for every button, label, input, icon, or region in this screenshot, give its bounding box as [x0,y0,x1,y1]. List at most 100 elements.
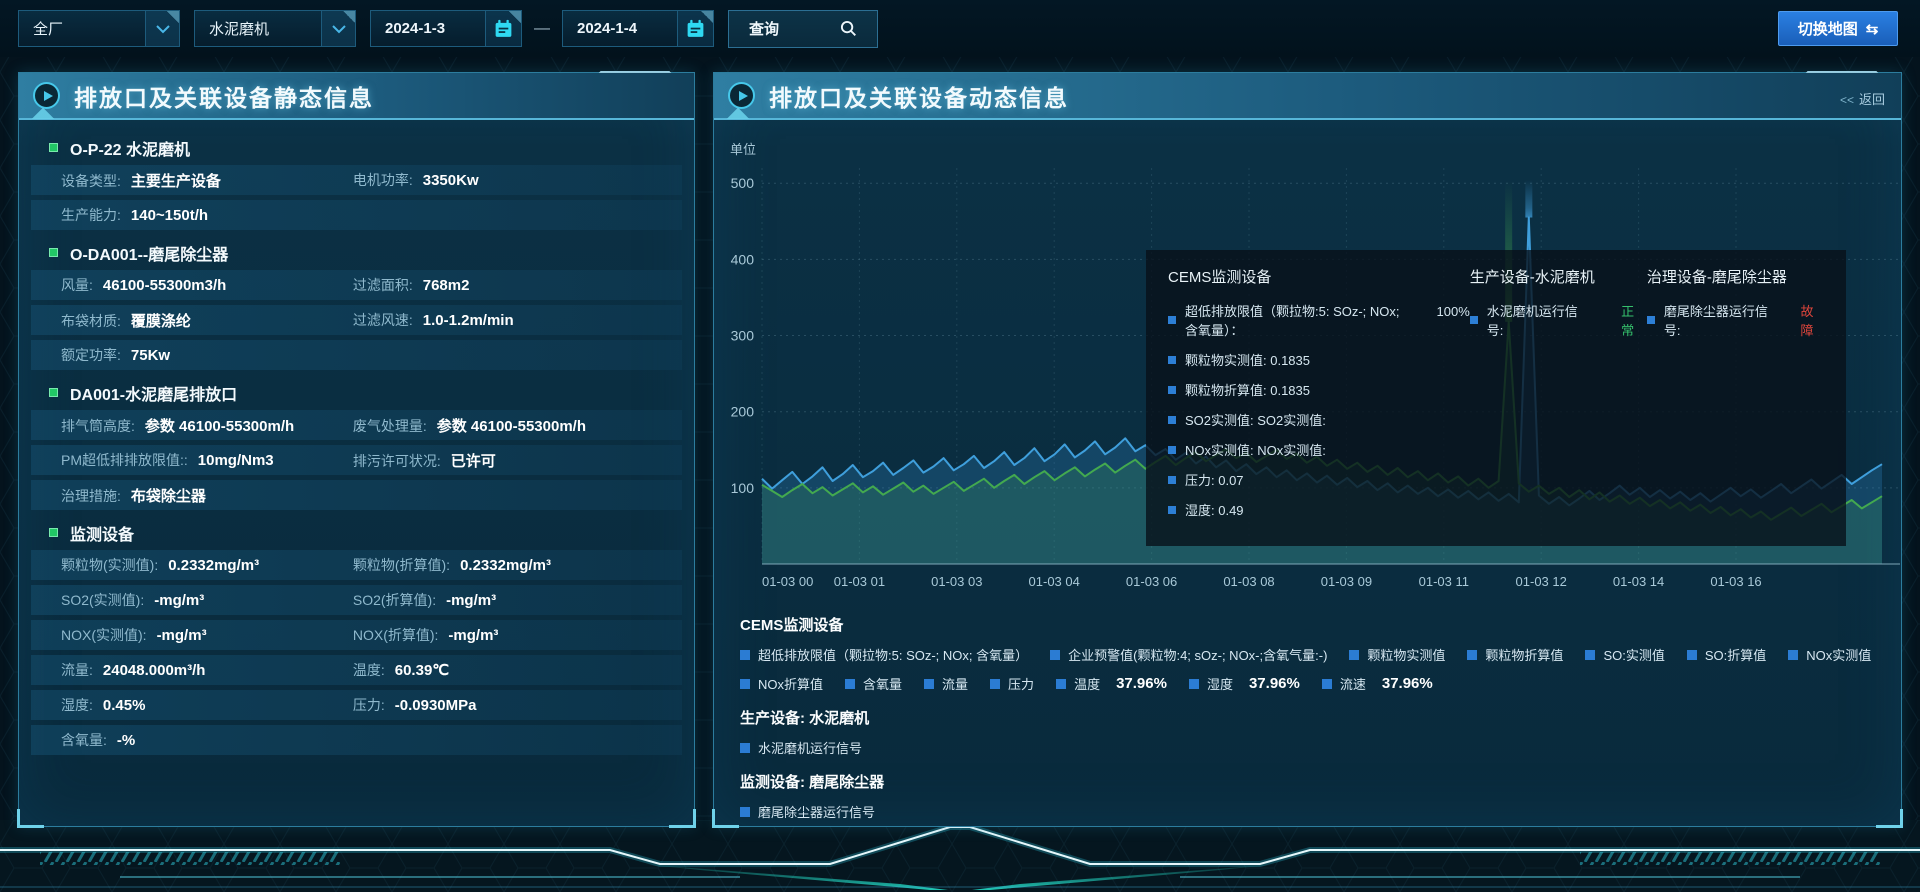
legend-item[interactable]: 温度37.96% [1056,674,1167,693]
end-date-picker[interactable]: 2024-1-4 [562,10,714,47]
tooltip-column-title: 生产设备-水泥磨机 [1470,266,1647,287]
static-panel-title: 排放口及关联设备静态信息 [74,79,374,113]
y-axis-tick-label: 300 [731,328,755,344]
x-axis-tick-label: 01-03 03 [931,574,982,589]
legend-item-label: 湿度 [1207,674,1233,693]
info-field: 风量:46100-55300m3/h [61,275,353,295]
tooltip-item-label: 压力: 0.07 [1185,470,1244,489]
tooltip-column-title: 治理设备-磨尾除尘器 [1647,266,1824,287]
chevron-down-icon[interactable] [145,11,179,46]
legend-marker-icon [1585,650,1595,660]
legend-item-label: 水泥磨机运行信号 [758,738,862,757]
legend-item[interactable]: 湿度37.96% [1189,674,1300,693]
legend-item[interactable]: 企业预警值(颗粒物:4; sOz-; NOx-;含氧气量:-) [1050,645,1327,664]
legend-item[interactable]: 流速37.96% [1322,674,1433,693]
info-field: NOX(折算值):-mg/m³ [353,625,682,645]
query-button[interactable]: 查询 [728,10,878,48]
info-row: 治理措施:布袋除尘器 [31,480,682,510]
tooltip-item-label: SO2实测值: SO2实测值: [1185,410,1326,429]
info-row: 排气筒高度:参数 46100-55300m/h废气处理量:参数 46100-55… [31,410,682,440]
field-value: -mg/m³ [448,627,498,644]
tooltip-item-value: 故障 [1801,301,1824,339]
bottom-decoration [0,820,1920,892]
legend-item-label: NOx实测值 [1806,645,1871,664]
section-title: 监测设备 [70,521,134,545]
legend-item[interactable]: 流量 [924,674,968,693]
legend-item[interactable]: NOx实测值 [1788,645,1871,664]
legend-item[interactable]: 颗粒物实测值 [1349,645,1445,664]
section-header: O-P-22 水泥磨机 [31,130,682,165]
section-header: O-DA001--磨尾除尘器 [31,235,682,270]
legend-item-label: SO:折算值 [1705,645,1766,664]
legend-marker-icon [1467,650,1477,660]
field-value: 覆膜涤纶 [131,310,191,331]
tooltip-item: SO2实测值: SO2实测值: [1168,410,1470,429]
legend-item[interactable]: 磨尾除尘器运行信号 [740,802,875,821]
calendar-icon[interactable] [677,11,713,46]
legend-item[interactable]: 压力 [990,674,1034,693]
tooltip-column: 生产设备-水泥磨机水泥磨机运行信号:正常 [1470,266,1647,530]
plant-select[interactable]: 全厂 [18,10,180,47]
info-field: 排污许可状况:已许可 [353,450,682,471]
tooltip-item: 压力: 0.07 [1168,470,1470,489]
tooltip-item-label: 磨尾除尘器运行信号: [1664,301,1773,339]
x-axis-tick-label: 01-03 00 [762,574,813,589]
legend-item[interactable]: SO:实测值 [1585,645,1664,664]
field-label: PM超低排排放限值:: [61,450,188,470]
info-field: 布袋材质:覆膜涤纶 [61,310,353,331]
section-title: DA001-水泥磨尾排放口 [70,381,237,405]
tooltip-item-label: 颗粒物实测值: 0.1835 [1185,350,1310,369]
dynamic-panel-title: 排放口及关联设备动态信息 [769,79,1069,113]
bullet-icon [1168,506,1176,514]
legend-item-label: 流量 [942,674,968,693]
legend-group: CEMS监测设备超低排放限值（颗拉物:5: SOz-; NOx; 含氧量）企业预… [740,614,1901,693]
field-value: 参数 46100-55300m/h [145,415,294,436]
field-value: 3350Kw [423,172,479,189]
bullet-icon [1647,316,1655,324]
emissions-line-chart[interactable]: 单位10020030040050001-03 0001-03 0101-03 0… [714,128,1901,598]
info-field: 治理措施:布袋除尘器 [61,485,353,506]
field-value: 24048.000m³/h [103,662,206,679]
query-button-label: 查询 [749,18,779,39]
legend-marker-icon [740,679,750,689]
green-bullet-icon [49,143,58,152]
legend-item-value: 37.96% [1116,675,1167,692]
tooltip-column: 治理设备-磨尾除尘器磨尾除尘器运行信号: 故障 [1647,266,1824,530]
legend-item[interactable]: SO:折算值 [1687,645,1766,664]
back-link[interactable]: <<返回 [1840,89,1885,108]
tooltip-item: NOx实测值: NOx实测值: [1168,440,1470,459]
bullet-icon [1168,416,1176,424]
header-caret-decoration [727,108,750,131]
field-label: 额定功率: [61,345,121,365]
legend-item[interactable]: NOx折算值 [740,674,823,693]
field-value: 1.0-1.2m/min [423,312,514,329]
legend-item[interactable]: 水泥磨机运行信号 [740,738,862,757]
info-field: 生产能力:140~150t/h [61,205,353,225]
tooltip-item-value: 100% [1437,304,1470,319]
bullet-icon [1470,316,1478,324]
bullet-icon [1168,316,1176,324]
legend-marker-icon [990,679,1000,689]
end-date-value: 2024-1-4 [563,20,677,37]
legend-item[interactable]: 含氧量 [845,674,902,693]
field-value: 0.2332mg/m³ [168,557,259,574]
field-label: 排污许可状况: [353,451,441,471]
calendar-icon[interactable] [485,11,521,46]
info-field: 过滤风速:1.0-1.2m/min [353,310,682,330]
legend-group: 生产设备: 水泥磨机水泥磨机运行信号 [740,707,1901,757]
tooltip-item-label: NOx实测值: NOx实测值: [1185,440,1326,459]
legend-item[interactable]: 颗粒物折算值 [1467,645,1563,664]
legend-group-title: 监测设备: 磨尾除尘器 [740,771,1901,792]
info-field: 流量:24048.000m³/h [61,660,353,680]
field-value: 75Kw [131,347,170,364]
device-select[interactable]: 水泥磨机 [194,10,356,47]
tooltip-column: CEMS监测设备超低排放限值（颗拉物:5: SOz-; NOx; 含氧量）：10… [1168,266,1470,530]
legend-marker-icon [924,679,934,689]
field-label: 温度: [353,660,385,680]
chevron-down-icon[interactable] [321,11,355,46]
play-icon [33,82,60,109]
legend-item[interactable]: 超低排放限值（颗拉物:5: SOz-; NOx; 含氧量） [740,645,1028,664]
switch-map-button[interactable]: 切换地图 ⇆ [1778,11,1898,46]
start-date-picker[interactable]: 2024-1-3 [370,10,522,47]
info-field: PM超低排排放限值::10mg/Nm3 [61,450,353,470]
